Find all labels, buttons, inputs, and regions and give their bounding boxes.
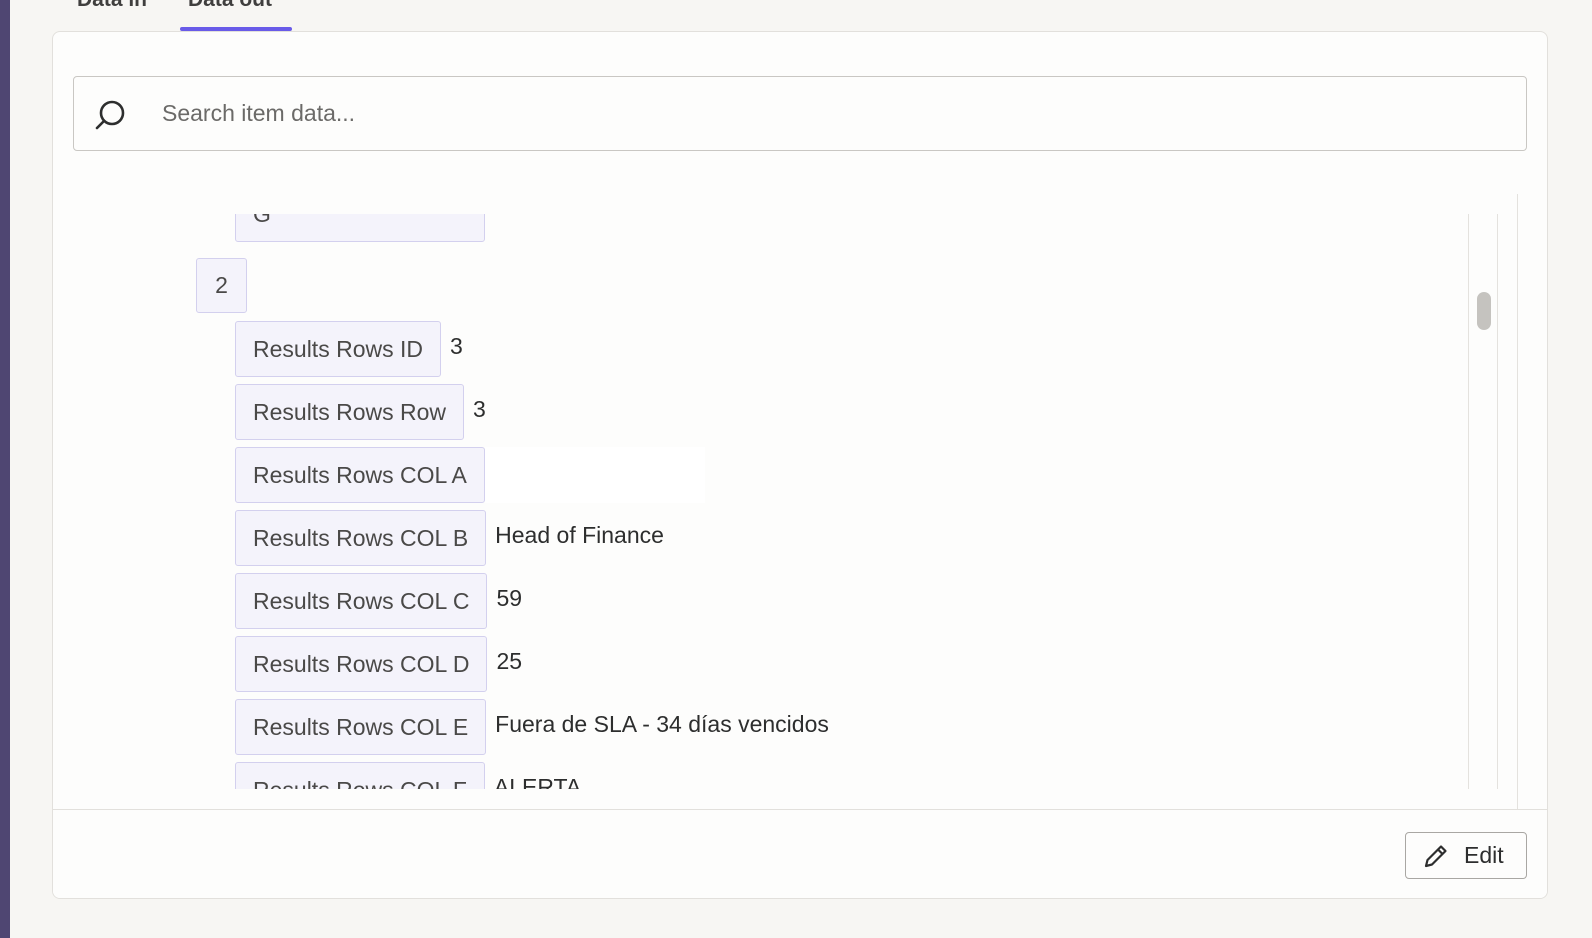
left-rail <box>0 0 10 938</box>
search-icon <box>95 100 125 130</box>
tree-key-label: Results Rows COL F <box>253 777 467 790</box>
edit-button[interactable]: Edit <box>1405 832 1527 879</box>
tree-key[interactable]: Results Rows COL B <box>235 510 487 566</box>
item-data-tree: G vencidos 2 Results Rows ID 3 Results R… <box>53 214 1469 789</box>
tab-bar: Data in Data out <box>55 0 455 32</box>
tree-value: Fuera de SLA - 34 días vencidos <box>495 710 829 737</box>
tree-value: ALERTA <box>493 773 582 790</box>
tree-key-label: Results Rows COL B <box>253 524 469 551</box>
tree-key[interactable]: Results Rows COL C <box>235 573 488 629</box>
tree-key[interactable]: Results Rows COL A <box>235 447 485 503</box>
tree-key[interactable]: Results Rows COL E <box>235 699 487 755</box>
tree-key[interactable]: G <box>235 214 485 242</box>
data-out-panel: G vencidos 2 Results Rows ID 3 Results R… <box>52 31 1548 899</box>
tree-row: Results Rows COL F ALERTA <box>235 762 581 789</box>
tree-value: Head of Finance <box>495 521 664 548</box>
tree-key-label: G <box>253 214 271 228</box>
search-input[interactable] <box>162 77 1502 149</box>
tree-key-label: Results Rows COL E <box>253 713 469 740</box>
tree-row: Results Rows ID 3 <box>235 321 463 377</box>
tree-key[interactable]: Results Rows COL F <box>235 762 485 789</box>
tree-key-label: Results Rows COL A <box>253 461 467 488</box>
scrollbar-thumb[interactable] <box>1477 292 1491 330</box>
tree-row: Results Rows COL B Head of Finance <box>235 510 664 566</box>
tree-row: Results Rows Row 3 <box>235 384 486 440</box>
tab-data-out[interactable]: Data out <box>188 0 272 12</box>
tree-key-label: Results Rows ID <box>253 335 423 362</box>
tree-key[interactable]: Results Rows ID <box>235 321 441 377</box>
tree-value-empty <box>484 447 705 503</box>
edit-button-label: Edit <box>1464 842 1504 868</box>
tree-value: 3 <box>473 395 486 422</box>
scrollbar-track[interactable] <box>1468 214 1498 789</box>
array-index-badge[interactable]: 2 <box>196 258 247 313</box>
tree-value: 25 <box>496 647 523 674</box>
tree-key-label: Results Rows COL D <box>253 650 470 677</box>
tree-row: Results Rows COL D 25 <box>235 636 522 692</box>
tree-row-prev: G vencidos <box>235 214 585 242</box>
tree-row: Results Rows COL C 59 <box>235 573 522 629</box>
tab-data-in[interactable]: Data in <box>77 0 147 12</box>
tree-row: Results Rows COL A <box>235 447 705 503</box>
search-box <box>73 76 1527 151</box>
tree-row: Results Rows COL E Fuera de SLA - 34 día… <box>235 699 829 755</box>
tree-key-label: Results Rows COL C <box>253 587 470 614</box>
tree-value: 59 <box>496 584 523 611</box>
tree-key[interactable]: Results Rows COL D <box>235 636 488 692</box>
tree-key-label: Results Rows Row <box>253 398 446 425</box>
pencil-icon <box>1424 844 1447 867</box>
panel-footer: Edit <box>53 809 1547 898</box>
tree-key[interactable]: Results Rows Row <box>235 384 464 440</box>
tree-value: 3 <box>449 332 463 359</box>
divider <box>1517 194 1518 809</box>
